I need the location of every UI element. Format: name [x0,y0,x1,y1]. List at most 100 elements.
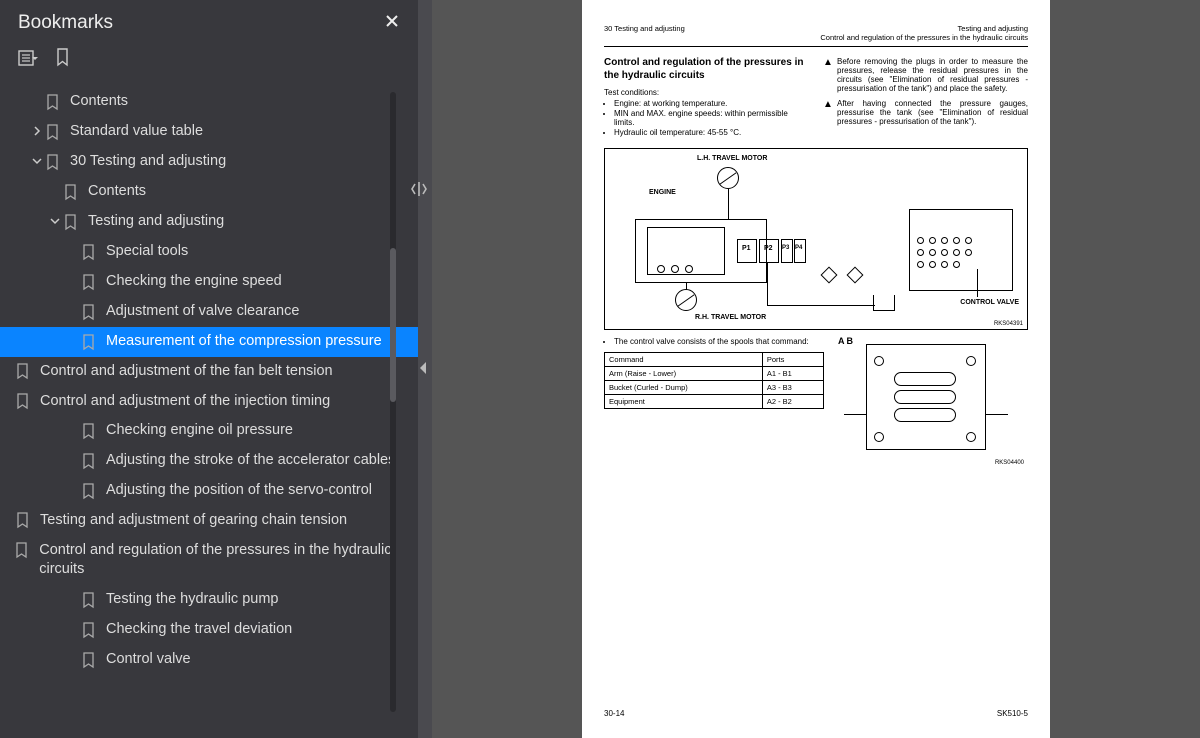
bookmark-icon [80,621,98,639]
scrollbar-track [390,92,396,712]
section-title: Control and regulation of the pressures … [604,57,809,82]
bookmark-item[interactable]: Checking engine oil pressure [0,416,418,446]
bookmark-icon [14,362,32,380]
bookmark-item[interactable]: Adjusting the position of the servo-cont… [0,476,418,506]
bookmark-icon [80,273,98,291]
header-rule [604,46,1028,47]
label-rh-motor: R.H. TRAVEL MOTOR [695,314,766,321]
panel-title: Bookmarks [18,12,113,34]
test-conditions-label: Test conditions: [604,88,809,97]
command-ports-table: CommandPorts Arm (Raise - Lower)A1 - B1 … [604,352,824,409]
bookmark-item[interactable]: Testing and adjustment of gearing chain … [0,506,418,536]
condition-item: Engine: at working temperature. [614,99,809,108]
bookmark-label: Contents [88,182,146,202]
bookmark-item[interactable]: 30 Testing and adjusting [0,147,418,177]
bookmark-label: 30 Testing and adjusting [70,152,226,172]
lower-row: The control valve consists of the spools… [604,336,1028,464]
warning-icon: ▲ [823,99,833,126]
bookmark-icon [14,392,32,410]
bookmark-label: Checking engine oil pressure [106,421,293,441]
bookmark-ribbon-icon[interactable] [54,48,72,73]
bookmark-item[interactable]: Testing and adjusting [0,207,418,237]
bookmark-label: Checking the travel deviation [106,620,292,640]
bookmark-item[interactable]: Adjustment of valve clearance [0,297,418,327]
lower-left: The control valve consists of the spools… [604,336,824,464]
bookmark-label: Standard value table [70,122,203,142]
bookmark-icon [44,123,62,141]
chevron-icon[interactable] [48,216,62,229]
diagram-ref: RKS04391 [994,321,1023,327]
header-right: Testing and adjusting Control and regula… [820,24,1028,42]
bookmark-icon [44,93,62,111]
bookmark-item[interactable]: Contents [0,87,418,117]
bookmark-icon [13,541,31,559]
header-left: 30 Testing and adjusting [604,24,685,42]
right-column: ▲ Before removing the plugs in order to … [823,57,1028,138]
bookmark-item[interactable]: Testing the hydraulic pump [0,585,418,615]
condition-item: MIN and MAX. engine speeds: within permi… [614,109,809,127]
bookmarks-panel: Bookmarks Contents Standard value table 30… [0,0,418,738]
page-header: 30 Testing and adjusting Testing and adj… [604,24,1028,42]
page-footer: 30-14 SK510-5 [604,709,1028,718]
bookmark-item[interactable]: Special tools [0,237,418,267]
bookmark-label: Adjustment of valve clearance [106,302,299,322]
pdf-page: 30 Testing and adjusting Testing and adj… [582,0,1050,738]
bookmark-label: Adjusting the position of the servo-cont… [106,481,372,501]
bookmark-item[interactable]: Checking the engine speed [0,267,418,297]
hydraulic-diagram: L.H. TRAVEL MOTOR ENGINE R.H. TRAVEL MOT… [604,148,1028,330]
close-icon[interactable] [384,13,400,34]
bookmark-icon [80,482,98,500]
document-viewer[interactable]: 30 Testing and adjusting Testing and adj… [432,0,1200,738]
outline-options-icon[interactable] [18,49,40,72]
bookmark-item[interactable]: Measurement of the compression pressure [0,327,418,357]
bookmark-icon [14,511,32,529]
bookmark-item[interactable]: Control and adjustment of the fan belt t… [0,357,418,387]
left-column: Control and regulation of the pressures … [604,57,809,138]
test-conditions-list: Engine: at working temperature.MIN and M… [604,99,809,137]
bookmark-item[interactable]: Contents [0,177,418,207]
drag-handle-icon[interactable] [410,180,428,202]
bookmark-label: Contents [70,92,128,112]
bookmark-icon [80,333,98,351]
bookmark-icon [62,183,80,201]
bookmark-label: Control valve [106,650,191,670]
diagram2-ref: RKS04400 [995,460,1024,466]
bookmark-item[interactable]: Standard value table [0,117,418,147]
bookmark-label: Testing the hydraulic pump [106,590,279,610]
chevron-icon[interactable] [30,126,44,139]
scrollbar-thumb[interactable] [390,248,396,402]
chevron-icon[interactable] [30,156,44,169]
bookmark-label: Measurement of the compression pressure [106,332,382,352]
bookmark-item[interactable]: Control valve [0,645,418,675]
bookmark-icon [80,591,98,609]
bookmark-item[interactable]: Adjusting the stroke of the accelerator … [0,446,418,476]
bookmark-tree[interactable]: Contents Standard value table 30 Testing a… [0,83,418,738]
bookmark-label: Control and regulation of the pressures … [39,541,418,580]
bookmark-item[interactable]: Control and adjustment of the injection … [0,387,418,417]
bookmark-label: Adjusting the stroke of the accelerator … [106,451,395,471]
warning-2: ▲ After having connected the pressure ga… [823,99,1028,126]
bookmark-item[interactable]: Checking the travel deviation [0,615,418,645]
panel-header: Bookmarks [0,0,418,42]
bookmark-label: Testing and adjustment of gearing chain … [40,511,347,531]
bookmark-icon [80,243,98,261]
bookmark-icon [80,422,98,440]
warning-icon: ▲ [823,57,833,93]
label-engine: ENGINE [649,189,676,196]
collapse-arrow-icon[interactable] [420,362,426,374]
bookmark-icon [80,303,98,321]
bookmark-label: Special tools [106,242,188,262]
condition-item: Hydraulic oil temperature: 45-55 °C. [614,128,809,137]
valve-block-diagram: A B RKS04400 [838,336,1028,464]
bookmark-label: Checking the engine speed [106,272,282,292]
bookmark-label: Control and adjustment of the injection … [40,392,330,412]
pane-splitter[interactable] [418,0,432,738]
bookmark-label: Testing and adjusting [88,212,224,232]
page-number: 30-14 [604,709,624,718]
control-valve-note: The control valve consists of the spools… [604,337,824,346]
warning-1: ▲ Before removing the plugs in order to … [823,57,1028,93]
bookmark-icon [80,452,98,470]
bookmark-label: Control and adjustment of the fan belt t… [40,362,333,382]
bookmark-item[interactable]: Control and regulation of the pressures … [0,536,418,585]
bookmark-icon [44,153,62,171]
